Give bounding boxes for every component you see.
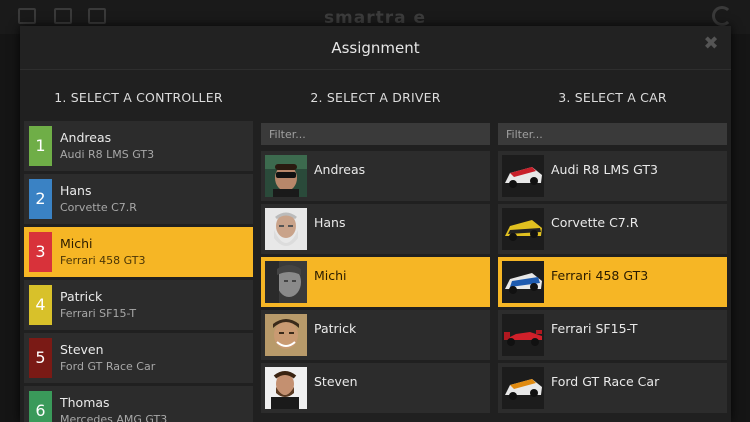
car-name: Ferrari 458 GT3	[551, 268, 649, 283]
controller-number-badge: 4	[29, 285, 52, 325]
controller-number-badge: 3	[29, 232, 52, 272]
car-name: Audi R8 LMS GT3	[551, 162, 658, 177]
car-item[interactable]: Ferrari SF15-T	[498, 310, 727, 360]
controller-list: 1 Andreas Audi R8 LMS GT3 2 Hans Corvett…	[24, 121, 253, 422]
controller-item[interactable]: 3 Michi Ferrari 458 GT3	[24, 227, 253, 277]
driver-item[interactable]: Michi	[261, 257, 490, 307]
controller-car-name: Ferrari 458 GT3	[60, 254, 146, 267]
refresh-icon	[712, 6, 732, 26]
car-name: Ferrari SF15-T	[551, 321, 638, 336]
background-logo: smartra e	[323, 8, 427, 28]
car-list: Audi R8 LMS GT3 Corvette C7.R Ferrari 45…	[498, 151, 727, 416]
controller-car-name: Mercedes AMG GT3	[60, 413, 168, 422]
controller-item[interactable]: 1 Andreas Audi R8 LMS GT3	[24, 121, 253, 171]
driver-list: Andreas Hans Michi Patrick Steven	[261, 151, 490, 416]
driver-name: Patrick	[314, 321, 357, 336]
driver-filter-input[interactable]	[261, 123, 490, 145]
car-image	[502, 155, 544, 197]
controller-item[interactable]: 5 Steven Ford GT Race Car	[24, 333, 253, 383]
car-image	[502, 367, 544, 409]
driver-name: Steven	[314, 374, 358, 389]
controller-number-badge: 1	[29, 126, 52, 166]
car-column-title: 3. SELECT A CAR	[558, 90, 667, 105]
controller-car-name: Ford GT Race Car	[60, 360, 156, 373]
car-image	[502, 208, 544, 250]
car-name: Ford GT Race Car	[551, 374, 660, 389]
controller-number-badge: 6	[29, 391, 52, 422]
driver-avatar	[265, 155, 307, 197]
background-right-edge	[730, 34, 750, 422]
driver-name: Andreas	[314, 162, 366, 177]
assignment-dialog: Assignment ✖ 1. SELECT A CONTROLLER 2. S…	[20, 26, 731, 422]
dialog-title: Assignment	[331, 39, 420, 57]
background-left-edge	[0, 34, 20, 422]
driver-item[interactable]: Steven	[261, 363, 490, 413]
car-image	[502, 261, 544, 303]
car-item[interactable]: Ford GT Race Car	[498, 363, 727, 413]
driver-column-title: 2. SELECT A DRIVER	[310, 90, 441, 105]
controller-car-name: Corvette C7.R	[60, 201, 137, 214]
driver-item[interactable]: Hans	[261, 204, 490, 254]
controller-car-name: Audi R8 LMS GT3	[60, 148, 155, 161]
driver-item[interactable]: Patrick	[261, 310, 490, 360]
driver-name: Michi	[314, 268, 347, 283]
controller-item[interactable]: 4 Patrick Ferrari SF15-T	[24, 280, 253, 330]
dialog-header: Assignment ✖	[20, 26, 731, 70]
app-screen: smartra e Assignment ✖ 1. SELECT A CONTR…	[0, 0, 750, 422]
controller-item[interactable]: 6 Thomas Mercedes AMG GT3	[24, 386, 253, 422]
car-image	[502, 314, 544, 356]
driver-item[interactable]: Andreas	[261, 151, 490, 201]
controller-car-name: Ferrari SF15-T	[60, 307, 137, 320]
car-filter-input[interactable]	[498, 123, 727, 145]
driver-avatar	[265, 208, 307, 250]
controller-number-badge: 5	[29, 338, 52, 378]
driver-avatar	[265, 367, 307, 409]
driver-name: Hans	[314, 215, 346, 230]
car-item[interactable]: Audi R8 LMS GT3	[498, 151, 727, 201]
controller-item[interactable]: 2 Hans Corvette C7.R	[24, 174, 253, 224]
car-name: Corvette C7.R	[551, 215, 639, 230]
car-item[interactable]: Corvette C7.R	[498, 204, 727, 254]
driver-avatar	[265, 314, 307, 356]
controller-driver-name: Patrick	[60, 289, 103, 304]
controller-driver-name: Steven	[60, 342, 104, 357]
controller-column-title: 1. SELECT A CONTROLLER	[54, 90, 223, 105]
car-item[interactable]: Ferrari 458 GT3	[498, 257, 727, 307]
close-icon[interactable]: ✖	[703, 35, 719, 53]
controller-driver-name: Thomas	[60, 395, 110, 410]
controller-driver-name: Hans	[60, 183, 92, 198]
controller-driver-name: Andreas	[60, 130, 112, 145]
driver-avatar	[265, 261, 307, 303]
controller-number-badge: 2	[29, 179, 52, 219]
controller-driver-name: Michi	[60, 236, 93, 251]
